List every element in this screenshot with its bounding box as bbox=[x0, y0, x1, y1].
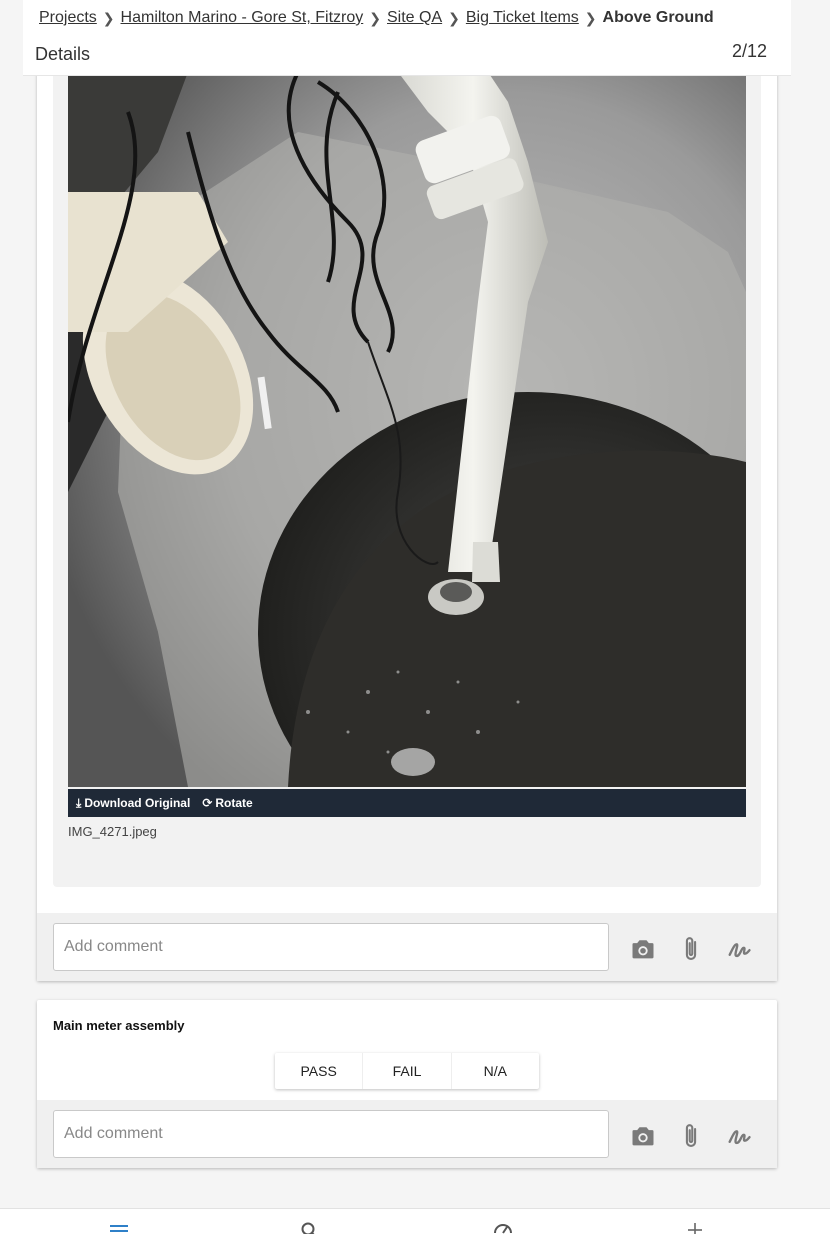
photo-panel: ⤓ Download Original ⟳ Rotate IMG_4271.jp… bbox=[53, 72, 761, 887]
breadcrumb-project[interactable]: Hamilton Marino - Gore St, Fitzroy bbox=[121, 9, 364, 27]
checklist-item-card: Main meter assembly PASS FAIL N/A bbox=[37, 1000, 777, 1168]
rotate-button[interactable]: ⟳ Rotate bbox=[202, 796, 252, 810]
bottom-nav bbox=[0, 1208, 830, 1234]
checklist-item-title: Main meter assembly bbox=[53, 1018, 185, 1033]
breadcrumb-big-ticket-items[interactable]: Big Ticket Items bbox=[466, 9, 579, 27]
na-button[interactable]: N/A bbox=[452, 1053, 539, 1089]
page-title: Details bbox=[35, 44, 91, 64]
rotate-icon: ⟳ bbox=[202, 796, 213, 810]
chevron-right-icon: ❯ bbox=[369, 9, 381, 26]
search-icon[interactable] bbox=[297, 1219, 321, 1234]
camera-icon[interactable] bbox=[629, 935, 657, 963]
breadcrumb: Projects ❯ Hamilton Marino - Gore St, Fi… bbox=[39, 9, 714, 27]
page-header: Projects ❯ Hamilton Marino - Gore St, Fi… bbox=[23, 0, 791, 76]
photo-filename: IMG_4271.jpeg bbox=[68, 824, 157, 839]
result-selector: PASS FAIL N/A bbox=[275, 1053, 539, 1089]
signature-icon[interactable] bbox=[725, 1122, 753, 1150]
comment-row bbox=[37, 1100, 777, 1168]
site-photo[interactable] bbox=[68, 72, 746, 787]
chevron-right-icon: ❯ bbox=[584, 9, 597, 26]
breadcrumb-site-qa[interactable]: Site QA bbox=[387, 9, 442, 27]
pass-button[interactable]: PASS bbox=[275, 1053, 364, 1089]
menu-icon[interactable] bbox=[107, 1219, 131, 1234]
download-label: Download Original bbox=[84, 796, 191, 810]
fail-button[interactable]: FAIL bbox=[363, 1053, 452, 1089]
breadcrumb-projects[interactable]: Projects bbox=[39, 9, 97, 27]
page-counter: 2/12 bbox=[731, 41, 767, 61]
breadcrumb-current: Above Ground bbox=[602, 9, 714, 26]
plus-icon[interactable] bbox=[683, 1219, 707, 1234]
download-original-button[interactable]: ⤓ Download Original bbox=[76, 796, 190, 811]
comment-row bbox=[37, 913, 777, 981]
camera-icon[interactable] bbox=[629, 1122, 657, 1150]
image-toolbar: ⤓ Download Original ⟳ Rotate bbox=[68, 789, 746, 817]
download-icon: ⤓ bbox=[76, 795, 82, 810]
rotate-label: Rotate bbox=[215, 796, 253, 810]
comment-input[interactable] bbox=[53, 1110, 609, 1158]
comment-input[interactable] bbox=[53, 923, 609, 971]
dashboard-icon[interactable] bbox=[491, 1219, 515, 1234]
chevron-right-icon: ❯ bbox=[448, 9, 460, 26]
photo-card: ⤓ Download Original ⟳ Rotate IMG_4271.jp… bbox=[37, 72, 777, 981]
paperclip-icon[interactable] bbox=[677, 1122, 705, 1150]
chevron-right-icon: ❯ bbox=[102, 9, 115, 26]
paperclip-icon[interactable] bbox=[677, 935, 705, 963]
signature-icon[interactable] bbox=[725, 935, 753, 963]
